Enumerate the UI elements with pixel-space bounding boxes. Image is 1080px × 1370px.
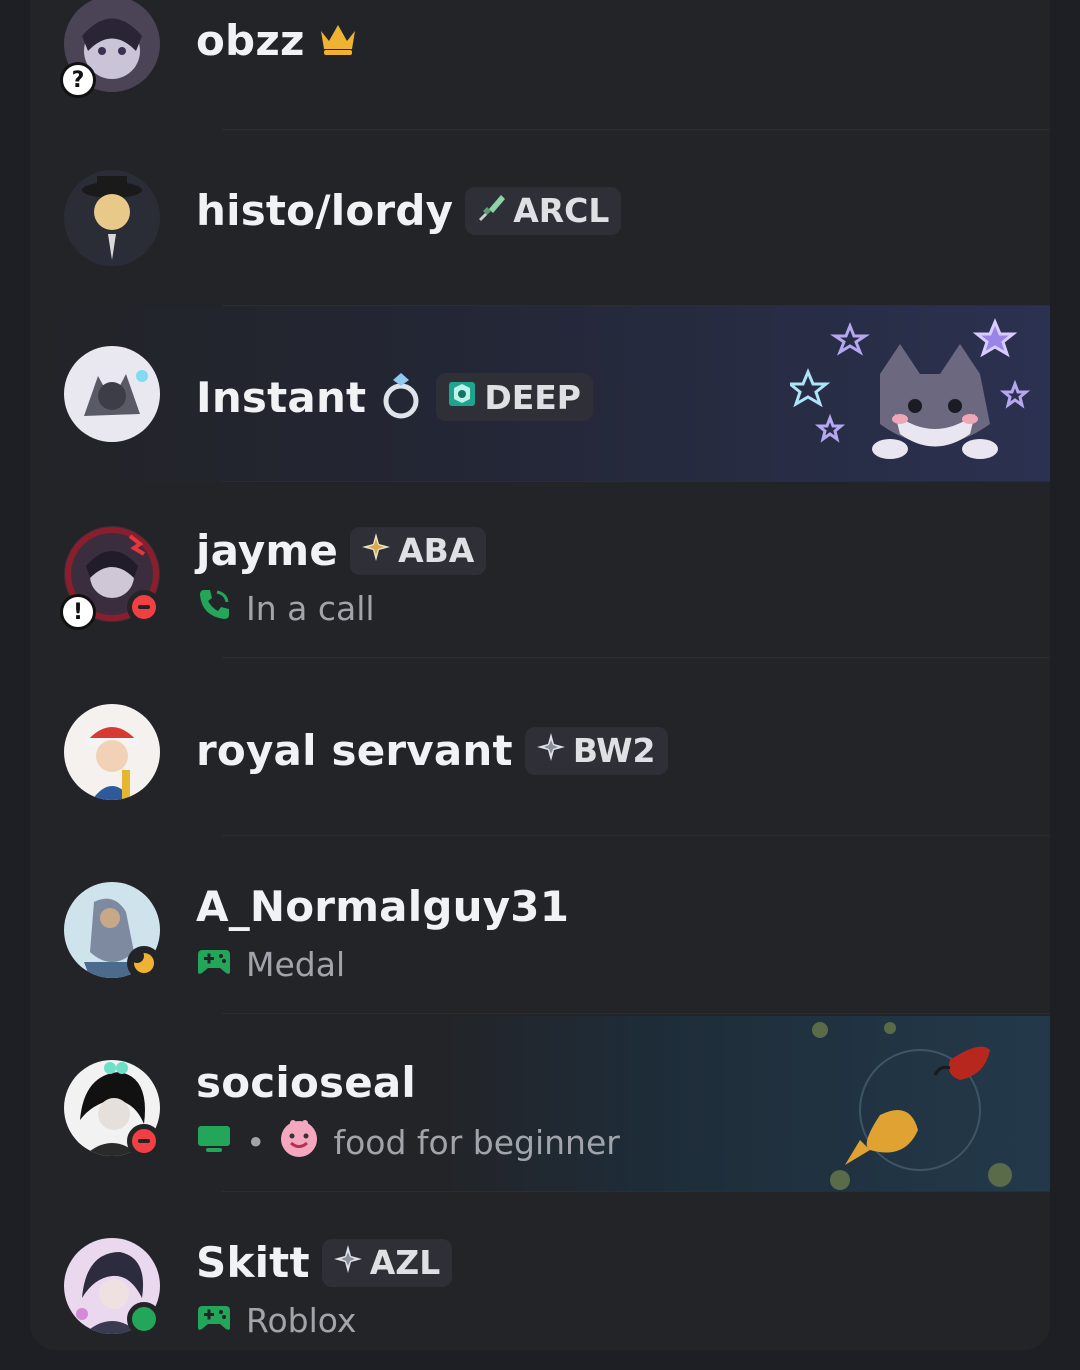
member-row[interactable]: ? obzz (30, 0, 1050, 130)
divider (222, 1013, 1050, 1014)
member-name: jayme (196, 526, 339, 575)
online-status-icon (127, 1302, 161, 1336)
server-tag[interactable]: DEEP (436, 373, 593, 421)
server-tag[interactable]: ABA (350, 526, 487, 575)
member-name: royal servant (196, 726, 513, 775)
member-row[interactable]: A_Normalguy31 Medal (30, 838, 1050, 1014)
server-tag-label: ARCL (513, 191, 610, 230)
activity-label: Medal (246, 944, 346, 984)
member-name: socioseal (196, 1058, 417, 1107)
server-tag-label: BW2 (572, 731, 656, 770)
member-activity: Roblox (196, 1298, 356, 1342)
avatar[interactable] (64, 170, 160, 266)
activity-label: food for beginner (333, 1122, 620, 1162)
member-name-line: Instant DEEP (196, 370, 593, 424)
idle-status-icon (127, 946, 161, 980)
gamepad-icon (196, 942, 232, 986)
sparkle-icon (535, 731, 567, 771)
nameplate-decoration (800, 1020, 1040, 1190)
server-tag[interactable]: AZL (321, 1238, 453, 1287)
gamepad-icon (196, 1298, 232, 1342)
nameplate-decoration (785, 314, 1040, 474)
member-name-line: obzz (196, 16, 359, 65)
avatar[interactable] (64, 704, 160, 800)
member-row[interactable]: histo/lordy ARCL (30, 130, 1050, 306)
phone-icon (196, 586, 232, 630)
sparkle-icon (360, 531, 392, 571)
divider (222, 657, 1050, 658)
member-row[interactable]: ! jayme ABA In a call (30, 482, 1050, 658)
member-row[interactable]: Instant DEEP (30, 306, 1050, 482)
server-tag-label: AZL (369, 1243, 441, 1282)
member-name-line: jayme ABA (196, 526, 487, 575)
activity-label: Roblox (246, 1300, 357, 1340)
sparkle-icon (332, 1243, 364, 1283)
member-name: A_Normalguy31 (196, 882, 570, 931)
dnd-status-icon (127, 1124, 161, 1158)
member-name-line: histo/lordy ARCL (196, 186, 622, 235)
server-tag[interactable]: BW2 (524, 726, 668, 775)
server-tag-label: DEEP (484, 377, 581, 417)
member-activity: In a call (196, 586, 375, 630)
member-name: Skitt (196, 1238, 310, 1287)
avatar[interactable] (64, 346, 160, 442)
member-name-line: A_Normalguy31 (196, 882, 569, 931)
member-row[interactable]: socioseal • food for beginner (30, 1016, 1050, 1192)
monitor-icon (196, 1120, 232, 1164)
ring-icon (378, 370, 424, 424)
member-row[interactable]: royal servant BW2 (30, 660, 1050, 836)
separator-dot: • (246, 1122, 266, 1162)
member-activity: Medal (196, 942, 345, 986)
server-tag[interactable]: ARCL (465, 186, 622, 235)
question-badge-icon: ? (60, 62, 96, 98)
emoji-icon (279, 1118, 319, 1166)
divider (222, 835, 1050, 836)
server-tag-label: ABA (398, 531, 475, 570)
alert-badge-icon: ! (60, 594, 96, 630)
member-activity: • food for beginner (196, 1118, 620, 1166)
gem-icon (446, 377, 478, 417)
activity-label: In a call (246, 588, 375, 628)
member-name: Instant (196, 372, 367, 422)
member-name: histo/lordy (196, 186, 454, 235)
member-name-line: socioseal (196, 1058, 416, 1107)
member-row[interactable]: Skitt AZL Roblox (30, 1194, 1050, 1370)
sword-icon (475, 191, 507, 231)
crown-icon (317, 21, 359, 61)
dnd-status-icon (127, 590, 161, 624)
member-name-line: royal servant BW2 (196, 726, 668, 775)
member-name-line: Skitt AZL (196, 1238, 453, 1287)
divider (222, 1191, 1050, 1192)
member-name: obzz (196, 16, 305, 65)
